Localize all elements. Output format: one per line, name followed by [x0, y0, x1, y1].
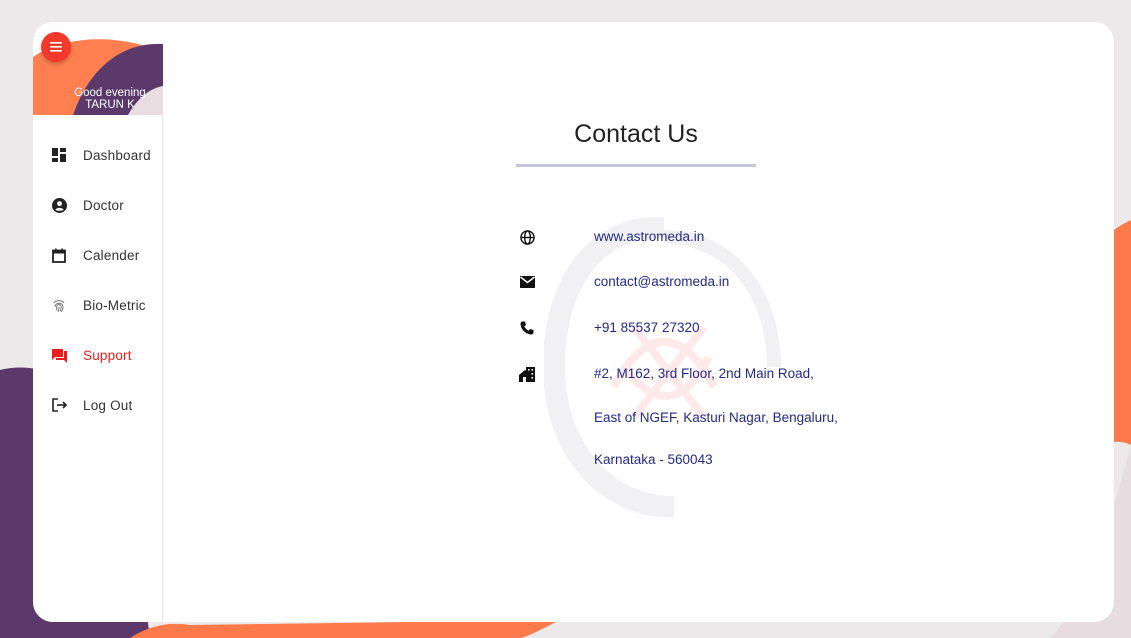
address-line: Karnataka - 560043: [594, 452, 713, 467]
sidebar-item-doctor[interactable]: Doctor: [33, 180, 163, 230]
calendar-icon: [51, 247, 67, 263]
greeting: Good evening TARUN K: [55, 87, 163, 111]
contact-website-row: [518, 226, 536, 248]
sidebar-item-label: Support: [83, 347, 132, 363]
contact-email-row: [518, 271, 536, 293]
globe-icon: [518, 228, 536, 246]
dashboard-icon: [51, 147, 67, 163]
email-link[interactable]: contact@astromeda.in: [594, 271, 729, 293]
hamburger-icon: [50, 42, 62, 52]
phone-icon: [518, 319, 536, 337]
sidebar-item-bio-metric[interactable]: Bio-Metric: [33, 280, 163, 330]
home-city-icon: [518, 365, 536, 383]
sidebar-item-label: Calender: [83, 247, 140, 263]
sidebar: Good evening TARUN K Dashboard Doctor Ca…: [33, 22, 163, 622]
sidebar-header: Good evening TARUN K: [33, 22, 163, 115]
phone-number[interactable]: +91 85537 27320: [594, 317, 699, 339]
address-line: #2, M162, 3rd Floor, 2nd Main Road,: [594, 366, 814, 381]
greeting-line: Good evening: [74, 87, 146, 99]
user-name: TARUN K: [85, 99, 135, 111]
logout-icon: [51, 397, 67, 413]
main-card: Good evening TARUN K Dashboard Doctor Ca…: [33, 22, 1114, 622]
address-line: East of NGEF, Kasturi Nagar, Bengaluru,: [594, 410, 838, 425]
sidebar-item-log-out[interactable]: Log Out: [33, 380, 163, 430]
sidebar-item-label: Bio-Metric: [83, 297, 146, 313]
sidebar-item-support[interactable]: Support: [33, 330, 163, 380]
mail-icon: [518, 273, 536, 291]
website-link[interactable]: www.astromeda.in: [594, 226, 704, 248]
fingerprint-icon: [51, 297, 67, 313]
contact-phone-row: [518, 317, 536, 339]
title-underline: [516, 164, 756, 167]
sidebar-nav: Dashboard Doctor Calender Bio-Metric Sup…: [33, 130, 163, 430]
main-content: Contact Us www.astromeda.in contact@astr…: [164, 22, 1114, 622]
account-circle-icon: [51, 197, 67, 213]
sidebar-item-calender[interactable]: Calender: [33, 230, 163, 280]
page-title: Contact Us: [574, 120, 698, 148]
sidebar-item-dashboard[interactable]: Dashboard: [33, 130, 163, 180]
menu-button[interactable]: [41, 32, 71, 62]
sidebar-item-label: Log Out: [83, 397, 133, 413]
sidebar-item-label: Dashboard: [83, 147, 151, 163]
sidebar-item-label: Doctor: [83, 197, 124, 213]
contact-address-row: [518, 363, 536, 385]
chat-bubble-icon: [51, 347, 67, 363]
